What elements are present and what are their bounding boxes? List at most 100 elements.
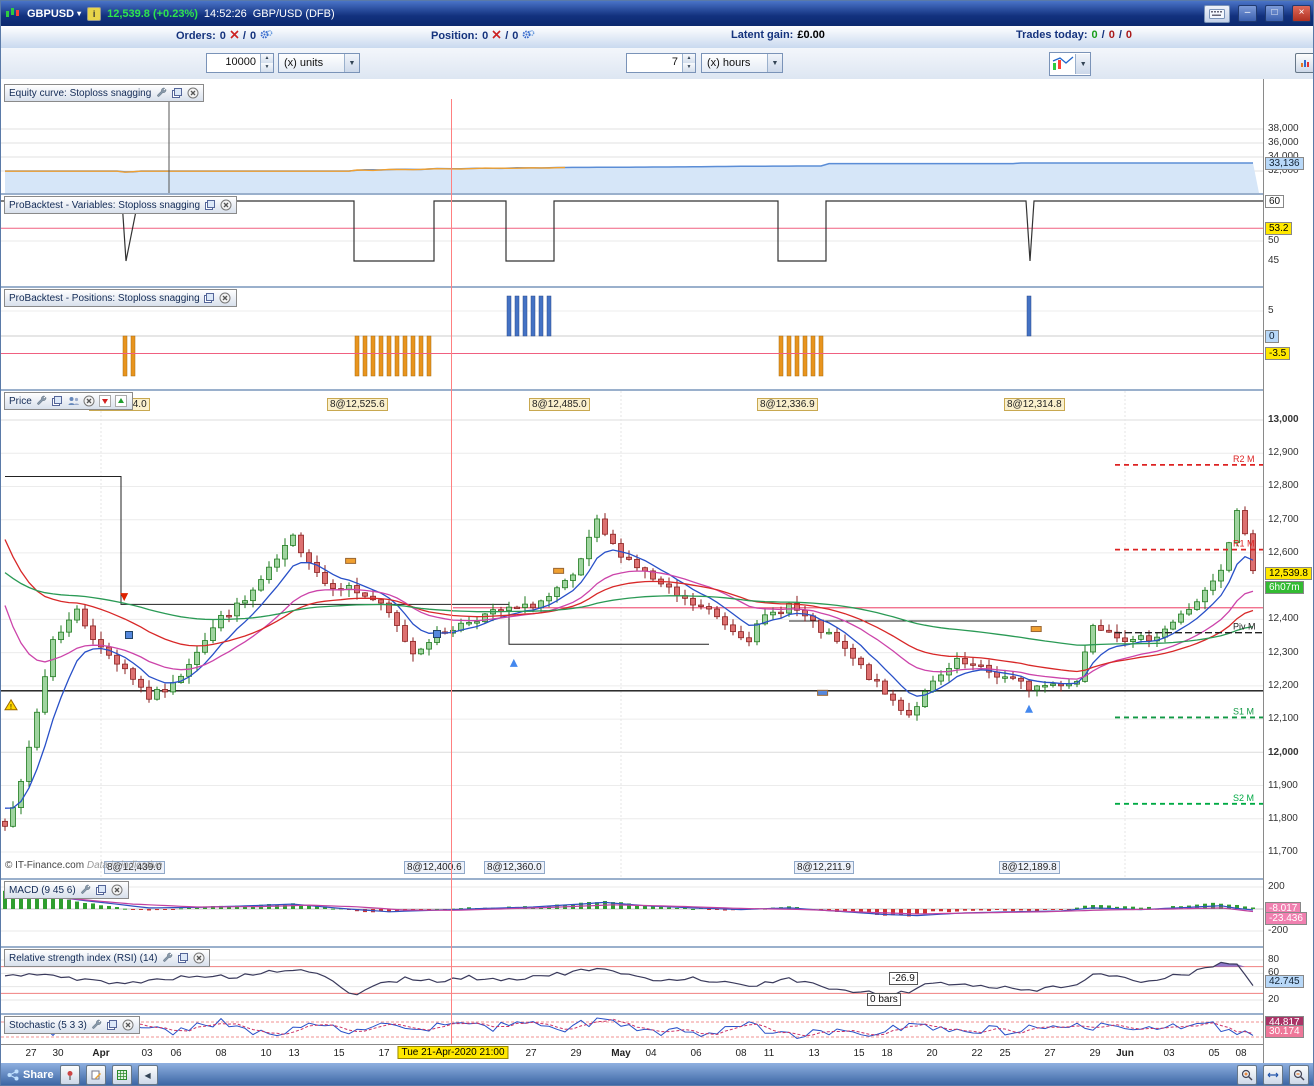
copyright-notice: © IT-Finance.com Data is indicative — [5, 860, 163, 871]
scroll-up-button[interactable] — [1295, 53, 1313, 73]
stochastic-panel: Stochastic (5 3 3) — [1, 1015, 1263, 1044]
chevron-down-icon: ▼ — [1075, 54, 1090, 74]
trade-label: 8@12,485.0 — [529, 398, 590, 411]
bottom-status-bar: Share ◀ — [1, 1063, 1313, 1085]
sell-order-icon[interactable] — [99, 395, 112, 408]
scroll-left-button[interactable]: ◀ — [137, 1065, 158, 1085]
quantity-down-button[interactable]: ▼ — [261, 63, 273, 72]
positions-panel: ProBacktest - Positions: Stoploss snaggi… — [1, 288, 1263, 389]
variables-panel-title: ProBacktest - Variables: Stoploss snaggi… — [9, 199, 201, 211]
equity-axis-label: 36,000 — [1268, 137, 1299, 148]
time-axis-label: 08 — [735, 1048, 747, 1059]
restore-window-icon[interactable] — [51, 395, 64, 408]
quantity-stepper[interactable]: 10000 ▲ ▼ — [206, 53, 274, 73]
price-value-badge: 6h07m — [1265, 581, 1304, 594]
trade-label: 8@12,189.8 — [999, 861, 1060, 874]
time-axis-label: 08 — [1235, 1048, 1247, 1059]
time-axis-label: 27 — [1044, 1048, 1056, 1059]
trades-today: Trades today: 0/ 0/ 0 — [1016, 29, 1133, 41]
price-axis-label: 11,900 — [1268, 780, 1298, 791]
table-icon[interactable] — [111, 1065, 132, 1085]
timeframe-up-button[interactable]: ▲ — [683, 54, 695, 63]
chevron-down-icon: ▼ — [344, 54, 359, 72]
trade-label: 8@12,314.8 — [1004, 398, 1065, 411]
close-icon[interactable] — [219, 199, 232, 212]
time-axis-label: 08 — [215, 1048, 227, 1059]
rsi-panel-title: Relative strength index (RSI) (14) — [9, 952, 158, 964]
chart-region: Equity curve: Stoploss snagging ProBackt… — [1, 79, 1313, 1064]
time-axis-label: 27 — [25, 1048, 37, 1059]
timeframe-value[interactable]: 7 — [627, 54, 682, 72]
close-position-icon[interactable] — [492, 30, 501, 42]
symbol-selector[interactable]: GBPUSD ▾ — [27, 8, 81, 20]
svg-text:!: ! — [10, 704, 12, 711]
price-axis-label: 12,000 — [1268, 747, 1299, 758]
maximize-button[interactable]: □ — [1265, 5, 1284, 22]
close-button[interactable]: × — [1292, 5, 1311, 22]
pan-horizontal-icon[interactable] — [1263, 1065, 1283, 1085]
price-axis-label: 12,800 — [1268, 480, 1299, 491]
position-settings-gear-icon[interactable] — [522, 29, 535, 43]
time-axis-label: 17 — [378, 1048, 390, 1059]
time-axis-label: 13 — [808, 1048, 820, 1059]
macd-axis-label: 200 — [1268, 881, 1285, 892]
pin-icon[interactable] — [59, 1065, 80, 1085]
chart-style-button[interactable]: ▼ — [1049, 52, 1091, 76]
share-button[interactable]: Share — [7, 1069, 54, 1081]
zoom-out-icon[interactable] — [1289, 1065, 1309, 1085]
units-dropdown[interactable]: (x) units ▼ — [278, 53, 360, 73]
trade-label: 8@12,400.6 — [404, 861, 465, 874]
macd-chart-canvas[interactable] — [1, 880, 1263, 946]
rsi-value-badge: 42.745 — [1265, 975, 1304, 988]
edit-note-icon[interactable] — [85, 1065, 106, 1085]
time-axis-label: 25 — [999, 1048, 1011, 1059]
clock-time: 14:52:26 — [203, 7, 247, 20]
time-axis-label: 06 — [690, 1048, 702, 1059]
close-icon[interactable] — [83, 395, 96, 408]
wrench-icon[interactable] — [160, 952, 173, 965]
chevron-down-icon: ▾ — [77, 9, 82, 18]
close-icon[interactable] — [111, 884, 124, 897]
close-icon[interactable] — [192, 952, 205, 965]
restore-window-icon[interactable] — [203, 292, 216, 305]
timeframe-stepper[interactable]: 7 ▲ ▼ — [626, 53, 696, 73]
time-axis-label: 29 — [570, 1048, 582, 1059]
equity-axis-label: 38,000 — [1268, 123, 1299, 134]
quantity-value[interactable]: 10000 — [207, 54, 260, 72]
stochastic-chart-canvas[interactable] — [1, 1015, 1263, 1044]
restore-window-icon[interactable] — [95, 884, 108, 897]
cancel-orders-icon[interactable] — [230, 30, 239, 42]
restore-window-icon[interactable] — [170, 87, 183, 100]
wrench-icon[interactable] — [154, 87, 167, 100]
svg-text:R2 M: R2 M — [1233, 454, 1255, 464]
price-axis-label: 11,700 — [1268, 846, 1298, 857]
account-info-bar: Orders: 0 /0 Position: 0 /0 Latent gain: £0… — [1, 26, 1313, 49]
positions-panel-title: ProBacktest - Positions: Stoploss snaggi… — [9, 292, 200, 304]
buy-order-icon[interactable] — [115, 395, 128, 408]
close-icon[interactable] — [186, 87, 199, 100]
wrench-icon[interactable] — [90, 1019, 103, 1032]
quantity-up-button[interactable]: ▲ — [261, 54, 273, 63]
restore-window-icon[interactable] — [176, 952, 189, 965]
wrench-icon[interactable] — [35, 395, 48, 408]
timeframe-unit-dropdown[interactable]: (x) hours ▼ — [701, 53, 783, 73]
price-chart-canvas[interactable]: R2 M R1 M Piv M S1 M S2 M! — [1, 391, 1263, 878]
orders-settings-gear-icon[interactable] — [260, 29, 273, 43]
price-axis-label: 12,100 — [1268, 713, 1299, 724]
close-icon[interactable] — [122, 1019, 135, 1032]
chevron-down-icon: ▼ — [767, 54, 782, 72]
info-icon[interactable]: i — [87, 6, 102, 21]
keyboard-icon[interactable] — [1204, 4, 1230, 23]
close-icon[interactable] — [219, 292, 232, 305]
minimize-button[interactable]: – — [1238, 5, 1257, 22]
macd-panel: MACD (9 45 6) — [1, 880, 1263, 946]
timeframe-down-button[interactable]: ▼ — [683, 63, 695, 72]
restore-window-icon[interactable] — [203, 199, 216, 212]
trade-label: 8@12,336.9 — [757, 398, 818, 411]
users-icon[interactable] — [67, 395, 80, 408]
price-axis-label: 12,400 — [1268, 613, 1299, 624]
zoom-in-icon[interactable] — [1237, 1065, 1257, 1085]
variables-panel: ProBacktest - Variables: Stoploss snaggi… — [1, 195, 1263, 286]
wrench-icon[interactable] — [79, 884, 92, 897]
restore-window-icon[interactable] — [106, 1019, 119, 1032]
